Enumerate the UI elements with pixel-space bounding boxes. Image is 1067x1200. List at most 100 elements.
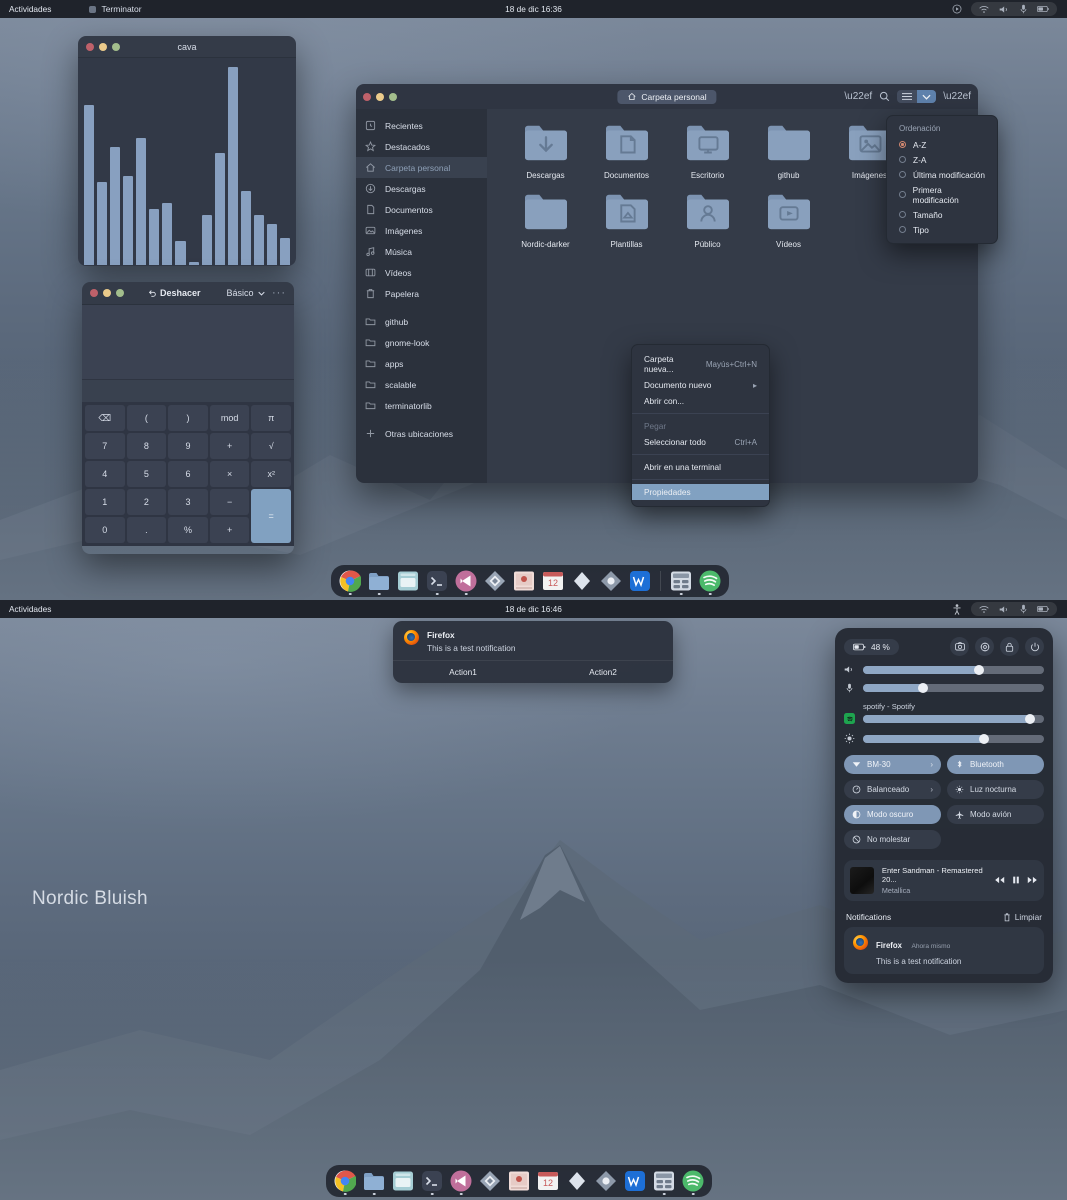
menu-item-abrir-con[interactable]: Abrir con... bbox=[632, 393, 769, 409]
lock-icon[interactable] bbox=[1000, 637, 1019, 656]
topbar-status-lower[interactable] bbox=[952, 602, 1067, 616]
activities-button-upper[interactable]: Actividades bbox=[9, 4, 59, 14]
window-controls[interactable] bbox=[363, 92, 397, 101]
dock-item-calculator[interactable] bbox=[670, 570, 692, 595]
quick-tile-balanceado[interactable]: Balanceado › bbox=[844, 780, 941, 799]
sort-options[interactable]: A-Z Z-A Última modificación Primera modific… bbox=[887, 137, 997, 237]
dock-item-terminal[interactable] bbox=[421, 1170, 443, 1195]
close-button[interactable] bbox=[90, 289, 98, 297]
calc-key-[interactable]: = bbox=[251, 489, 291, 543]
calc-key-7[interactable]: 7 bbox=[85, 433, 125, 459]
calc-key-0[interactable]: 0 bbox=[85, 517, 125, 543]
minimize-button[interactable] bbox=[376, 92, 384, 101]
chevron-right-icon[interactable]: › bbox=[930, 785, 933, 794]
undo-button[interactable]: Deshacer bbox=[148, 288, 201, 298]
dock-item-settings[interactable] bbox=[600, 570, 622, 592]
quick-tile-modo-oscuro[interactable]: Modo oscuro bbox=[844, 805, 941, 824]
dock-item-files[interactable] bbox=[363, 1170, 385, 1195]
record-icon[interactable] bbox=[952, 4, 962, 14]
calc-key-[interactable]: + bbox=[209, 433, 250, 459]
sidebar-item-música[interactable]: Música bbox=[356, 241, 487, 262]
menu-item-carpeta-nueva[interactable]: Carpeta nueva... Mayús+Ctrl+N bbox=[632, 351, 769, 377]
list-view-icon[interactable] bbox=[897, 90, 917, 103]
sidebar-item-imágenes[interactable]: Imágenes bbox=[356, 220, 487, 241]
calc-key-[interactable]: . bbox=[126, 517, 167, 543]
file-item[interactable]: Plantillas bbox=[586, 190, 667, 249]
breadcrumb[interactable]: Carpeta personal bbox=[617, 89, 717, 104]
battery-indicator[interactable]: 48 % bbox=[844, 638, 899, 655]
calc-key-5[interactable]: 5 bbox=[126, 461, 167, 487]
calc-key-[interactable]: % bbox=[168, 517, 208, 543]
search-icon[interactable] bbox=[879, 91, 890, 102]
calculator-titlebar[interactable]: Deshacer Básico ··· bbox=[82, 282, 294, 305]
cava-window[interactable]: cava bbox=[78, 36, 296, 266]
media-controls[interactable] bbox=[994, 876, 1038, 886]
dock-item-image-viewer[interactable] bbox=[508, 1170, 530, 1192]
sidebar-item-otras-ubicaciones[interactable]: Otras ubicaciones bbox=[356, 423, 487, 444]
calc-key-[interactable]: × bbox=[209, 461, 250, 487]
system-status-pill-upper[interactable] bbox=[971, 2, 1057, 16]
sort-option-tipo[interactable]: Tipo bbox=[887, 222, 997, 237]
focused-app-upper[interactable]: Terminator bbox=[89, 4, 142, 14]
calc-key-4[interactable]: 4 bbox=[85, 461, 125, 487]
control-center-buttons[interactable] bbox=[950, 637, 1044, 656]
cava-titlebar[interactable]: cava bbox=[78, 36, 296, 58]
quick-settings-tiles[interactable]: BM-30 › Bluetooth Balanceado › Luz nocturna Mo… bbox=[844, 755, 1044, 849]
pause-icon[interactable] bbox=[1012, 876, 1020, 886]
brightness-slider-knob[interactable] bbox=[979, 733, 990, 744]
sidebar-item-apps[interactable]: apps bbox=[356, 353, 487, 374]
sidebar-item-scalable[interactable]: scalable bbox=[356, 374, 487, 395]
dock-item-calendar[interactable]: 12 bbox=[542, 570, 564, 592]
sidebar-item-destacados[interactable]: Destacados bbox=[356, 136, 487, 157]
prev-icon[interactable] bbox=[994, 876, 1005, 886]
file-item[interactable]: Documentos bbox=[586, 121, 667, 180]
mic-slider-row[interactable] bbox=[844, 683, 1044, 693]
toast-action1-button[interactable]: Action1 bbox=[393, 661, 533, 683]
calc-key-x[interactable]: x² bbox=[251, 461, 291, 487]
sidebar-item-github[interactable]: github bbox=[356, 311, 487, 332]
dock-item-text-editor[interactable] bbox=[392, 1170, 414, 1192]
menu-icon[interactable]: \u22ef bbox=[943, 91, 971, 102]
sidebar-item-recientes[interactable]: Recientes bbox=[356, 115, 487, 136]
control-center-header[interactable]: 48 % bbox=[844, 637, 1044, 656]
activities-button-lower[interactable]: Actividades bbox=[9, 604, 59, 614]
view-toggle[interactable] bbox=[897, 90, 937, 103]
dock-item-nordic-theme[interactable] bbox=[571, 570, 593, 592]
clock-lower[interactable]: 18 de dic 16:46 bbox=[0, 604, 1067, 614]
brightness-slider-row[interactable] bbox=[844, 733, 1044, 744]
sort-option-tamaño[interactable]: Tamaño bbox=[887, 207, 997, 222]
quick-tile-bluetooth[interactable]: Bluetooth bbox=[947, 755, 1044, 774]
topbar-lower[interactable]: Actividades 18 de dic 16:46 bbox=[0, 600, 1067, 618]
sort-menu[interactable]: Ordenación A-Z Z-A Última modificación Prim… bbox=[886, 115, 998, 244]
screenshot-icon[interactable] bbox=[950, 637, 969, 656]
dock-item-files[interactable] bbox=[368, 570, 390, 595]
dock-item-chrome[interactable] bbox=[339, 570, 362, 595]
dock-item-wps-office[interactable] bbox=[629, 570, 651, 592]
sidebar[interactable]: Recientes Destacados Carpeta personal Desca… bbox=[356, 109, 487, 483]
dock-item-chrome[interactable] bbox=[334, 1170, 357, 1195]
sidebar-item-papelera[interactable]: Papelera bbox=[356, 283, 487, 304]
dock-item-spotify[interactable] bbox=[699, 570, 721, 595]
quick-tile-modo-avión[interactable]: Modo avión bbox=[947, 805, 1044, 824]
calc-key-2[interactable]: 2 bbox=[126, 489, 167, 515]
sidebar-item-documentos[interactable]: Documentos bbox=[356, 199, 487, 220]
maximize-button[interactable] bbox=[389, 92, 397, 101]
calc-key-[interactable]: + bbox=[209, 517, 250, 543]
calc-key-[interactable]: ⌫ bbox=[85, 405, 125, 431]
sort-option-última-modificación[interactable]: Última modificación bbox=[887, 167, 997, 182]
mic-slider-knob[interactable] bbox=[917, 683, 928, 693]
calculator-window[interactable]: Deshacer Básico ··· ⌫() mod π 7 8 9 + √ 4 5 6 × x² 1 2… bbox=[82, 282, 294, 554]
control-center-panel[interactable]: 48 % spotify - Spotify BM-30 › Bluetooth… bbox=[835, 628, 1053, 983]
topbar-upper[interactable]: Actividades Terminator 18 de dic 16:36 bbox=[0, 0, 1067, 18]
dock-item-wps-office[interactable] bbox=[624, 1170, 646, 1192]
calc-key-1[interactable]: 1 bbox=[85, 489, 125, 515]
context-menu[interactable]: Carpeta nueva... Mayús+Ctrl+N Documento nu… bbox=[631, 344, 770, 507]
more-icon[interactable]: \u22ef bbox=[844, 91, 872, 102]
chevron-right-icon[interactable]: › bbox=[930, 760, 933, 769]
dock-lower[interactable]: 12 bbox=[326, 1165, 712, 1197]
calc-key-8[interactable]: 8 bbox=[126, 433, 167, 459]
close-button[interactable] bbox=[363, 92, 371, 101]
file-manager-toolbar[interactable]: \u22ef \u22ef bbox=[844, 90, 971, 103]
dock-item-software[interactable] bbox=[479, 1170, 501, 1192]
sort-option-z-a[interactable]: Z-A bbox=[887, 152, 997, 167]
